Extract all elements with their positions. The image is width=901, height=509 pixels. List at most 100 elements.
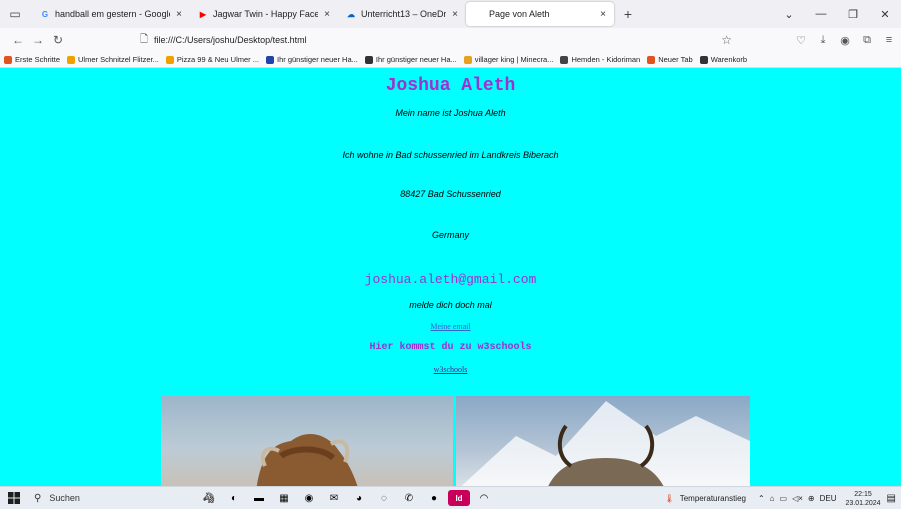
windows-start-icon[interactable]: [0, 487, 28, 509]
window-controls: ⌄ — ❐ ✕: [773, 0, 901, 28]
page-content: Joshua Aleth Mein name ist Joshua Aleth …: [0, 68, 901, 486]
back-icon[interactable]: ←: [8, 33, 28, 47]
bookmark-item[interactable]: Erste Schritte: [4, 55, 60, 64]
whatsapp-icon[interactable]: ✆: [398, 490, 420, 506]
clock[interactable]: 22:15 23.01.2024: [846, 490, 881, 508]
bookmark-item[interactable]: Warenkorb: [699, 55, 747, 64]
new-tab-button[interactable]: +: [618, 6, 638, 22]
bookmark-favicon-icon: [165, 55, 174, 64]
bookmark-label: villager king | Minecra...: [474, 55, 554, 64]
bookmark-item[interactable]: Ihr günstiger neuer Ha...: [364, 55, 457, 64]
tab-overview-icon[interactable]: ▭: [4, 3, 26, 25]
toolbar-right: ♡ ⤓ ◉ ⧉ ≡: [791, 28, 901, 52]
app-icon[interactable]: ◌: [373, 490, 395, 506]
bookmark-item[interactable]: villager king | Minecra...: [463, 55, 554, 64]
bookmark-star-icon[interactable]: ☆: [721, 33, 732, 47]
bookmark-item[interactable]: Pizza 99 & Neu Ulmer ...: [165, 55, 259, 64]
address-line: Ich wohne in Bad schussenried im Landkre…: [342, 150, 559, 160]
battery-icon[interactable]: ▭: [780, 494, 788, 503]
bookmark-favicon-icon: [699, 55, 708, 64]
tab-3[interactable]: Page von Aleth ×: [466, 2, 614, 26]
tab-close-icon[interactable]: ×: [452, 9, 458, 20]
w3schools-link[interactable]: w3schools: [434, 365, 468, 374]
tab-2[interactable]: ☁ Unterricht13 – OneDrive ×: [338, 2, 466, 26]
minimize-button[interactable]: —: [805, 8, 837, 20]
search-icon: ⚲: [34, 492, 42, 504]
downloads-icon[interactable]: ⤓: [813, 34, 833, 47]
chevron-up-icon[interactable]: ⌃: [758, 494, 765, 503]
tab-label: Page von Aleth: [489, 9, 550, 19]
bookmark-favicon-icon: [560, 55, 569, 64]
taskbar-search[interactable]: ⚲ Suchen: [28, 493, 158, 504]
bookmark-item[interactable]: Neuer Tab: [647, 55, 693, 64]
bookmark-favicon-icon: [463, 55, 472, 64]
url-text[interactable]: file:///C:/Users/joshu/Desktop/test.html: [154, 35, 307, 45]
bookmark-favicon-icon: [266, 55, 274, 64]
onedrive-icon: ☁: [347, 9, 355, 19]
volume-icon[interactable]: ◁×: [792, 494, 803, 503]
tab-close-icon[interactable]: ×: [324, 9, 330, 20]
bookmark-item[interactable]: Hemden - Kidoriman: [560, 55, 640, 64]
page-icon: 🗋: [140, 33, 149, 45]
zebra-icon[interactable]: 🦓: [198, 490, 220, 506]
bookmark-item[interactable]: Ihr günstiger neuer Ha...: [266, 55, 358, 64]
thermometer-icon: 🌡: [664, 494, 675, 503]
weather-widget[interactable]: 🌡 Temperaturanstieg: [665, 494, 746, 503]
tab-close-icon[interactable]: ×: [176, 9, 182, 20]
url-bar[interactable]: 🗋 file:///C:/Users/joshu/Desktop/test.ht…: [140, 30, 740, 50]
tab-close-icon[interactable]: ×: [600, 9, 606, 20]
bookmark-label: Erste Schritte: [15, 55, 61, 64]
file-explorer-icon[interactable]: ▬: [248, 490, 270, 506]
forward-icon[interactable]: →: [28, 33, 48, 47]
country-line: Germany: [431, 230, 469, 240]
page-title: Joshua Aleth: [385, 76, 516, 96]
globe-icon[interactable]: ⊕: [808, 494, 815, 503]
contact-prompt: melde dich doch mal: [409, 300, 492, 310]
reload-icon[interactable]: ↻: [48, 33, 68, 47]
menu-icon[interactable]: ≡: [879, 34, 899, 46]
bookmarks-toolbar: Erste Schritte Ulmer Schnitzel Flitzer...…: [0, 52, 901, 68]
email-link-row: Meine email: [0, 322, 901, 331]
taskbar: ⚲ Suchen 🦓 ◐ ▬ ▦ ◉ ✉ ◕ ◌ ✆ ● Id ◠ 🌡 Temperaturansti…: [0, 486, 901, 509]
google-icon: G: [41, 9, 49, 19]
mail-icon[interactable]: ✉: [323, 490, 345, 506]
maximize-button[interactable]: ❐: [837, 8, 869, 21]
name-line: Mein name ist Joshua Aleth: [395, 108, 506, 118]
spotify-icon[interactable]: ●: [423, 490, 445, 506]
tab-strip: ▭ Ghandball em gestern - Google S × ▶ Jagwa…: [0, 0, 901, 28]
bookmark-favicon-icon: [67, 55, 76, 64]
firefox-icon[interactable]: ◕: [348, 490, 370, 506]
account-icon[interactable]: ◉: [835, 34, 855, 47]
email-heading: joshua.aleth@gmail.com: [364, 272, 537, 287]
close-window-button[interactable]: ✕: [869, 8, 901, 21]
tab-list-dropdown-icon[interactable]: ⌄: [773, 8, 805, 21]
bookmark-item[interactable]: Ulmer Schnitzel Flitzer...: [67, 55, 159, 64]
tab-1[interactable]: ▶ Jagwar Twin - Happy Face (Offic ×: [190, 2, 338, 26]
edge-icon[interactable]: ◐: [223, 490, 245, 506]
arc-icon[interactable]: ◠: [473, 490, 495, 506]
tab-list: Ghandball em gestern - Google S × ▶ Jagwar …: [32, 2, 614, 26]
bookmark-label: Ihr günstiger neuer Ha...: [277, 55, 358, 64]
weather-text: Temperaturanstieg: [679, 494, 746, 503]
notifications-icon[interactable]: ▤: [887, 493, 896, 504]
bookmark-label: Hemden - Kidoriman: [571, 55, 641, 64]
extensions-icon[interactable]: ⧉: [857, 34, 877, 47]
search-label: Suchen: [49, 493, 80, 503]
tab-0[interactable]: Ghandball em gestern - Google S ×: [32, 2, 190, 26]
yak-image-left: [161, 396, 453, 486]
network-icon[interactable]: ⌂: [770, 494, 775, 503]
bookmark-favicon-icon: [364, 55, 373, 64]
language-indicator[interactable]: DEU: [820, 494, 837, 503]
indesign-icon[interactable]: Id: [448, 490, 470, 506]
youtube-icon: ▶: [199, 9, 207, 19]
navigation-bar: ← → ↻ 🗋 file:///C:/Users/joshu/Desktop/t…: [0, 28, 901, 52]
pocket-icon[interactable]: ♡: [791, 34, 811, 47]
bookmark-label: Ulmer Schnitzel Flitzer...: [78, 55, 159, 64]
taskbar-apps: 🦓 ◐ ▬ ▦ ◉ ✉ ◕ ◌ ✆ ● Id ◠: [198, 490, 498, 506]
chrome-icon[interactable]: ◉: [298, 490, 320, 506]
email-link[interactable]: Meine email: [430, 322, 470, 331]
zip-line: 88427 Bad Schussenried: [400, 189, 501, 199]
store-icon[interactable]: ▦: [273, 490, 295, 506]
w3schools-link-row: w3schools: [0, 365, 901, 374]
tab-label: handball em gestern - Google S: [55, 9, 171, 19]
